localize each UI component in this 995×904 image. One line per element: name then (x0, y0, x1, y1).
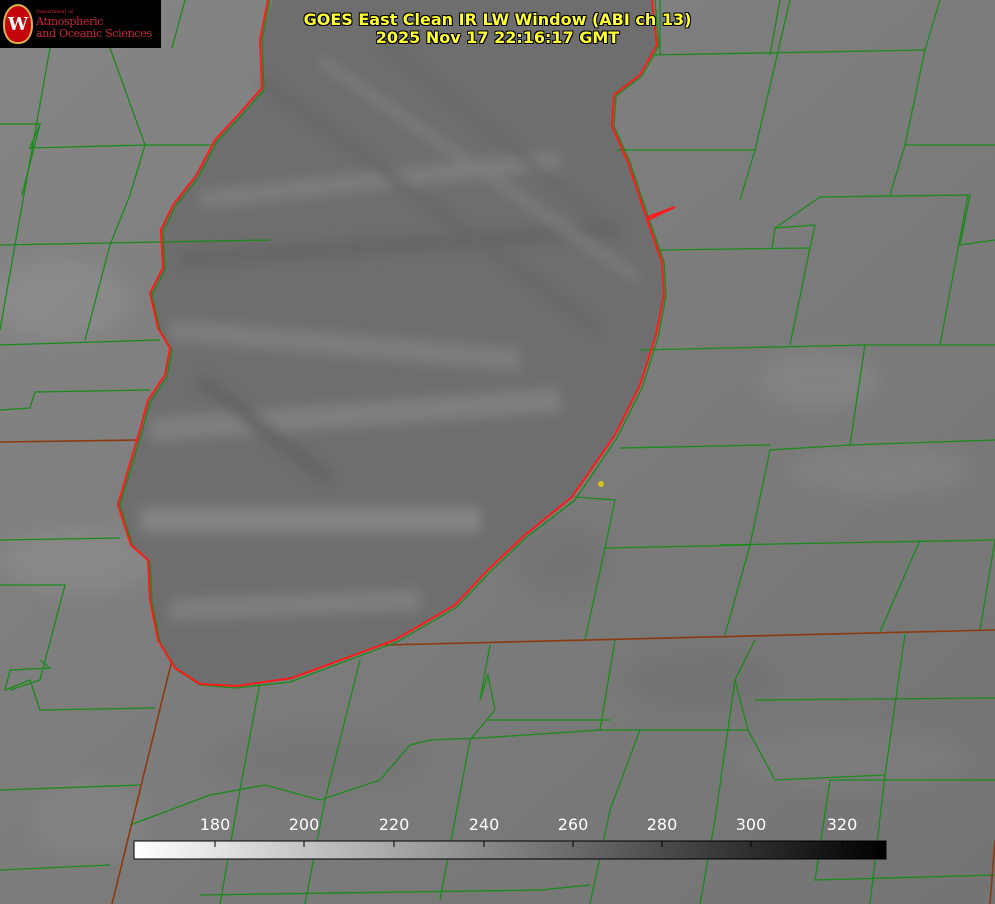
colorbar-tick-label: 180 (199, 815, 231, 834)
satellite-map: 180 200 220 240 260 280 300 320 W Depart… (0, 0, 995, 904)
aos-logo: W Department of Atmospheric and Oceanic … (0, 0, 161, 48)
colorbar (133, 840, 887, 860)
colorbar-tick-label: 240 (468, 815, 500, 834)
title-timestamp: 2025 Nov 17 22:16:17 GMT (375, 28, 620, 47)
colorbar-tick-label: 220 (378, 815, 410, 834)
logo-line-2: and Oceanic Sciences (36, 26, 152, 40)
uw-seal-icon: W (3, 4, 33, 44)
colorbar-tick-label: 260 (557, 815, 589, 834)
colorbar-tick-label: 300 (735, 815, 767, 834)
colorbar-tick-label: 320 (826, 815, 858, 834)
colorbar-tick-label: 200 (288, 815, 320, 834)
title-line-1: GOES East Clean IR LW Window (ABI ch 13) (303, 10, 692, 29)
ir-imagery (0, 0, 995, 904)
colorbar-tick-label: 280 (646, 815, 678, 834)
location-marker (598, 481, 604, 487)
logo-line-1: Atmospheric (36, 14, 104, 28)
image-title: GOES East Clean IR LW Window (ABI ch 13)… (230, 11, 765, 47)
logo-text: Department of Atmospheric and Oceanic Sc… (36, 9, 152, 40)
